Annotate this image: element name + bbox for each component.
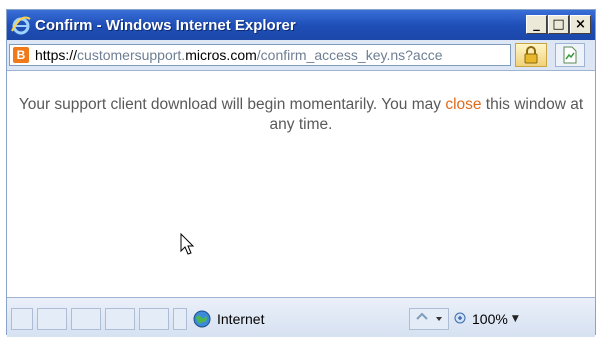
- page-content: Your support client download will begin …: [7, 71, 595, 297]
- protected-mode-icon: [416, 312, 442, 321]
- zone-label: Internet: [217, 311, 265, 327]
- maximize-button[interactable]: □: [548, 15, 569, 34]
- status-pane: [139, 308, 169, 330]
- window-title: Confirm - Windows Internet Explorer: [35, 16, 296, 34]
- zoom-icon: [454, 312, 466, 324]
- security-lock-button[interactable]: [515, 43, 547, 67]
- page-icon: [563, 46, 577, 64]
- status-bar: Internet 100% ▼: [7, 297, 595, 337]
- minimize-button[interactable]: _: [526, 15, 547, 34]
- status-pane: [71, 308, 101, 330]
- url-subdomain: customersupport.: [77, 47, 186, 63]
- close-window-link[interactable]: close: [445, 96, 481, 113]
- url-field[interactable]: B https://customersupport.micros.com/con…: [9, 44, 511, 66]
- status-pane: [37, 308, 67, 330]
- url-protocol: https://: [35, 47, 78, 63]
- globe-icon: [193, 310, 211, 328]
- protected-mode-button[interactable]: [409, 308, 449, 330]
- internet-explorer-icon: [11, 15, 31, 35]
- url-path: /confirm_access_key.ns?acce: [256, 47, 443, 63]
- url-text: https://customersupport.micros.com/confi…: [35, 47, 442, 63]
- url-domain: micros.com: [185, 47, 257, 63]
- zoom-level: 100%: [472, 311, 508, 327]
- site-favicon-icon: B: [13, 47, 29, 63]
- browser-window: Confirm - Windows Internet Explorer _ □ …: [6, 9, 596, 337]
- address-bar: B https://customersupport.micros.com/con…: [7, 40, 595, 71]
- mouse-pointer-icon: [180, 233, 195, 255]
- page-report-button[interactable]: [555, 43, 585, 67]
- security-zone[interactable]: Internet: [193, 308, 264, 330]
- message-text: Your support client download will begin …: [18, 96, 446, 113]
- padlock-icon: [524, 46, 538, 64]
- status-pane: [105, 308, 135, 330]
- close-button[interactable]: ×: [570, 15, 591, 34]
- status-pane: [173, 308, 187, 330]
- status-pane: [11, 308, 33, 330]
- window-controls: _ □ ×: [526, 15, 591, 34]
- zoom-control[interactable]: 100% ▼: [454, 308, 519, 330]
- chevron-down-icon[interactable]: ▼: [512, 314, 519, 324]
- download-message: Your support client download will begin …: [17, 95, 585, 135]
- title-bar[interactable]: Confirm - Windows Internet Explorer _ □ …: [7, 10, 595, 40]
